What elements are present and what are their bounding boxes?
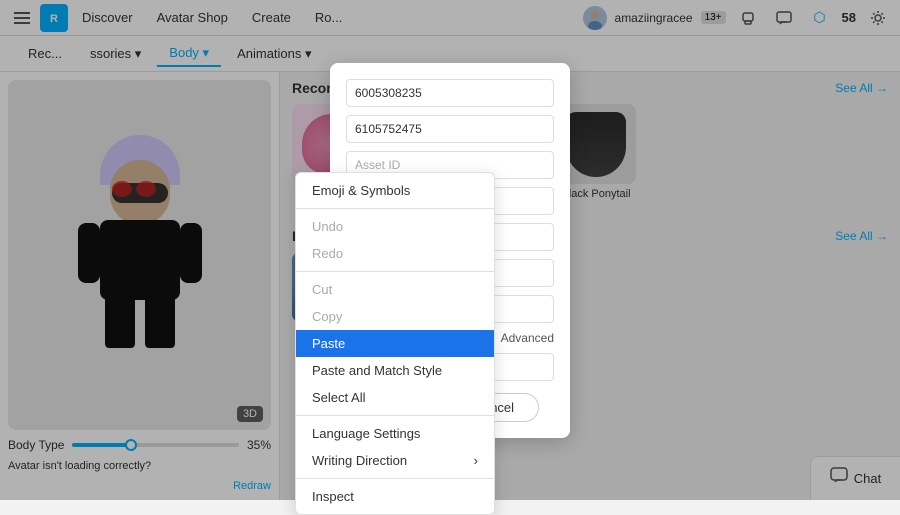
ctx-divider-4 [296, 478, 494, 479]
ctx-copy: Copy [296, 303, 494, 330]
ctx-paste[interactable]: Paste [296, 330, 494, 357]
chevron-right-icon: › [474, 453, 478, 468]
asset-id-input-2[interactable] [346, 115, 554, 143]
ctx-emoji-symbols[interactable]: Emoji & Symbols [296, 177, 494, 204]
ctx-inspect[interactable]: Inspect [296, 483, 494, 510]
ctx-select-all[interactable]: Select All [296, 384, 494, 411]
advanced-link[interactable]: Advanced [501, 331, 554, 345]
asset-id-input-1[interactable] [346, 79, 554, 107]
ctx-divider-2 [296, 271, 494, 272]
ctx-undo: Undo [296, 213, 494, 240]
ctx-paste-match[interactable]: Paste and Match Style [296, 357, 494, 384]
ctx-language-settings[interactable]: Language Settings [296, 420, 494, 447]
context-menu: Emoji & Symbols Undo Redo Cut Copy Paste… [295, 172, 495, 515]
ctx-writing-direction[interactable]: Writing Direction › [296, 447, 494, 474]
ctx-redo: Redo [296, 240, 494, 267]
ctx-divider-3 [296, 415, 494, 416]
ctx-cut: Cut [296, 276, 494, 303]
ctx-divider-1 [296, 208, 494, 209]
